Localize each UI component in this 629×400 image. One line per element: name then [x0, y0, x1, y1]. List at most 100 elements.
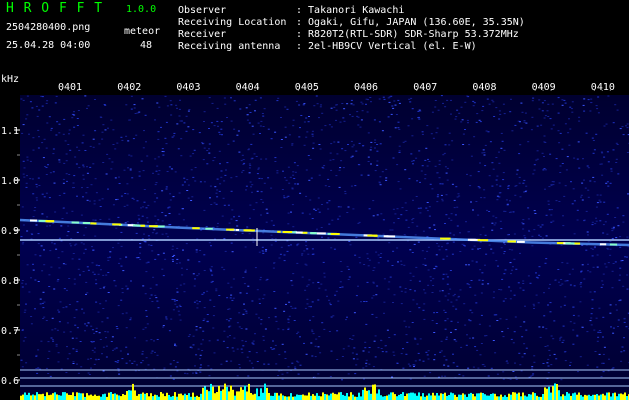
noise-speck [525, 329, 528, 331]
noise-speck [280, 117, 282, 118]
noise-speck [126, 204, 129, 206]
noise-speck [284, 351, 287, 353]
power-bar [546, 388, 548, 400]
noise-speck [362, 350, 365, 352]
noise-speck [591, 307, 594, 309]
noise-speck [351, 352, 354, 354]
noise-speck [318, 287, 321, 289]
noise-speck [460, 121, 463, 123]
noise-speck [340, 271, 343, 272]
noise-speck [409, 289, 412, 291]
noise-speck [502, 336, 505, 338]
noise-speck [374, 170, 377, 172]
noise-speck [389, 276, 392, 278]
noise-speck [532, 173, 535, 175]
noise-speck [303, 342, 305, 344]
noise-speck [175, 104, 178, 106]
noise-speck [570, 181, 572, 183]
noise-speck [121, 288, 124, 290]
power-bar [314, 395, 316, 400]
noise-speck [599, 331, 602, 333]
noise-speck [247, 375, 250, 377]
noise-speck [484, 165, 487, 167]
noise-speck [241, 340, 244, 342]
power-bar [610, 396, 612, 400]
noise-speck [308, 179, 311, 181]
noise-speck [407, 125, 410, 127]
noise-speck [409, 365, 412, 367]
noise-speck [158, 106, 161, 108]
noise-speck [208, 128, 210, 129]
noise-speck [479, 248, 482, 249]
noise-speck [602, 224, 605, 226]
noise-speck [182, 219, 185, 221]
noise-speck [324, 289, 327, 291]
noise-speck [480, 197, 483, 199]
power-bar [308, 392, 310, 400]
noise-speck [514, 194, 517, 196]
noise-speck [276, 170, 279, 172]
noise-speck [590, 247, 593, 249]
noise-speck [171, 259, 174, 260]
noise-speck [114, 285, 117, 287]
noise-speck [417, 207, 420, 209]
noise-speck [156, 165, 159, 167]
noise-speck [506, 362, 509, 364]
noise-speck [372, 281, 375, 283]
noise-speck [445, 214, 448, 216]
noise-speck [95, 279, 97, 281]
noise-speck [341, 379, 343, 381]
power-bar [528, 394, 530, 400]
noise-speck [415, 157, 418, 159]
noise-speck [379, 257, 382, 258]
noise-speck [404, 202, 407, 204]
noise-speck [267, 363, 270, 365]
noise-speck [519, 196, 522, 198]
noise-speck [360, 174, 363, 176]
noise-speck [262, 339, 265, 341]
noise-speck [341, 148, 344, 150]
noise-speck [578, 167, 581, 169]
noise-speck [444, 166, 447, 168]
noise-speck [99, 288, 102, 289]
noise-speck [288, 134, 291, 136]
noise-speck [564, 123, 567, 125]
noise-speck [593, 329, 596, 331]
noise-speck [450, 213, 453, 215]
noise-speck [298, 136, 301, 138]
noise-speck [446, 318, 449, 320]
noise-speck [447, 365, 450, 367]
noise-speck [117, 360, 120, 362]
noise-speck [235, 176, 238, 178]
noise-speck [472, 105, 475, 107]
noise-speck [209, 185, 212, 187]
noise-speck [213, 306, 216, 307]
noise-speck [542, 169, 545, 171]
noise-speck [180, 138, 183, 140]
noise-speck [85, 293, 87, 295]
noise-speck [141, 98, 144, 100]
noise-speck [426, 354, 429, 356]
noise-speck [603, 156, 606, 158]
noise-speck [182, 249, 184, 251]
noise-speck [156, 197, 159, 199]
noise-speck [619, 274, 621, 276]
hroft-viewer-window: { "header": { "app_title": "H R O F F T"… [0, 0, 629, 400]
noise-speck [116, 328, 119, 330]
noise-speck [387, 116, 390, 118]
noise-speck [546, 110, 549, 112]
noise-speck [226, 117, 228, 118]
noise-speck [548, 287, 550, 289]
power-bar [370, 393, 372, 400]
noise-speck [142, 285, 145, 287]
noise-speck [119, 258, 122, 260]
noise-speck [134, 113, 137, 114]
noise-speck [226, 162, 229, 164]
noise-speck [596, 108, 599, 110]
power-bar [522, 392, 524, 400]
power-bar [414, 393, 416, 400]
power-bar [90, 394, 92, 400]
noise-speck [57, 361, 60, 363]
noise-speck [191, 196, 194, 198]
noise-speck [355, 236, 358, 238]
